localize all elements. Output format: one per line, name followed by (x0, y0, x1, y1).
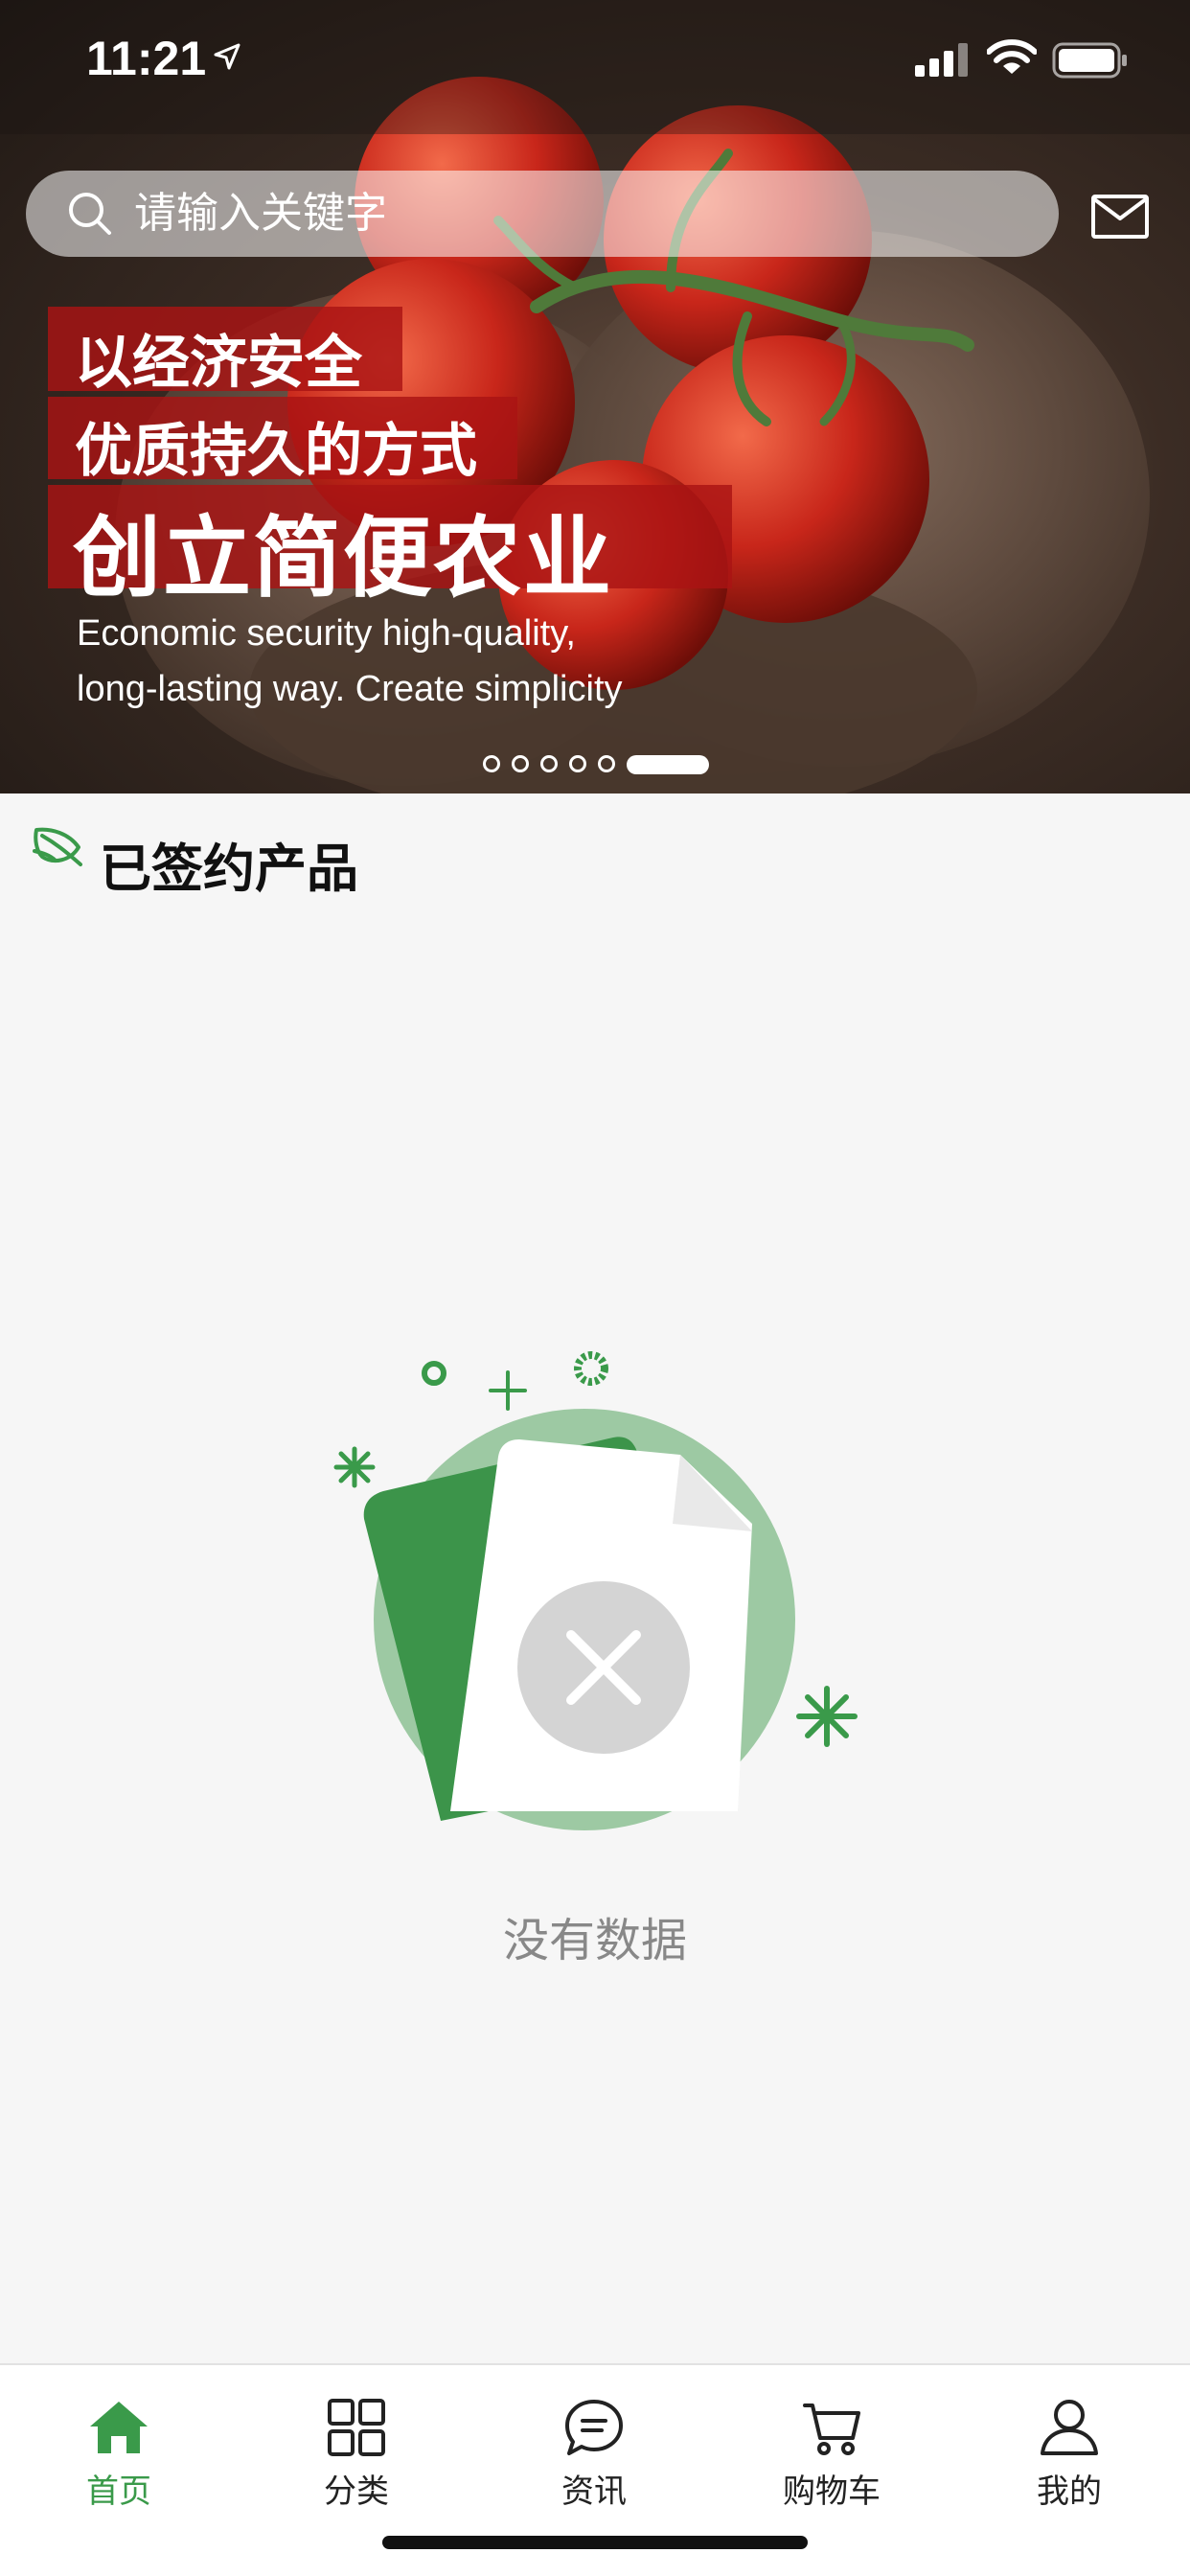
banner-headline-3: 创立简便农业 (73, 507, 614, 610)
carousel-dot[interactable] (483, 755, 500, 772)
wifi-icon (987, 39, 1037, 74)
tab-home[interactable]: 首页 (0, 2365, 238, 2518)
home-icon (90, 2402, 148, 2453)
chat-bubble-icon (565, 2400, 623, 2455)
banner-headline-2: 优质持久的方式 (75, 418, 477, 485)
mail-icon[interactable] (1090, 194, 1150, 240)
carousel-dot[interactable] (512, 755, 529, 772)
search-input[interactable]: 请输入关键字 (26, 171, 1059, 257)
search-placeholder: 请输入关键字 (134, 189, 387, 238)
tab-news[interactable]: 资讯 (475, 2365, 713, 2518)
grid-icon (328, 2399, 385, 2456)
tab-label: 分类 (324, 2472, 389, 2511)
leaf-icon (33, 827, 82, 866)
cart-icon (803, 2404, 860, 2455)
tab-cart[interactable]: 购物车 (713, 2365, 950, 2518)
no-data-document-icon (333, 1351, 858, 1830)
home-indicator[interactable] (382, 2536, 808, 2549)
banner-english-line-1: Economic security high-quality, (77, 613, 576, 654)
status-bar: 11:21 (0, 0, 1190, 126)
banner-headline-1: 以经济安全 (75, 330, 362, 397)
tab-label: 首页 (86, 2472, 151, 2511)
tab-category[interactable]: 分类 (238, 2365, 475, 2518)
app-screen: 11:21 请输入关键字 以经济安全 优质持久的方式 创立简便农业 Econom… (0, 0, 1190, 2576)
location-arrow-icon (214, 43, 240, 70)
battery-icon (1052, 42, 1127, 79)
tab-label: 购物车 (783, 2472, 881, 2511)
carousel-dot-active[interactable] (627, 755, 709, 774)
search-icon (69, 193, 111, 235)
carousel-dot[interactable] (569, 755, 586, 772)
tab-label: 我的 (1037, 2472, 1102, 2511)
section-title: 已签约产品 (100, 839, 358, 899)
cellular-signal-icon (915, 43, 968, 77)
carousel-dot[interactable] (540, 755, 558, 772)
tab-label: 资讯 (561, 2472, 627, 2511)
banner-english-line-2: long-lasting way. Create simplicity (77, 669, 623, 709)
user-icon (1041, 2400, 1098, 2455)
banner-carousel[interactable]: 11:21 请输入关键字 以经济安全 优质持久的方式 创立简便农业 Econom… (0, 0, 1190, 794)
empty-state-text: 没有数据 (502, 1914, 687, 1967)
carousel-dot[interactable] (598, 755, 615, 772)
tab-profile[interactable]: 我的 (950, 2365, 1188, 2518)
status-time: 11:21 (86, 32, 207, 85)
